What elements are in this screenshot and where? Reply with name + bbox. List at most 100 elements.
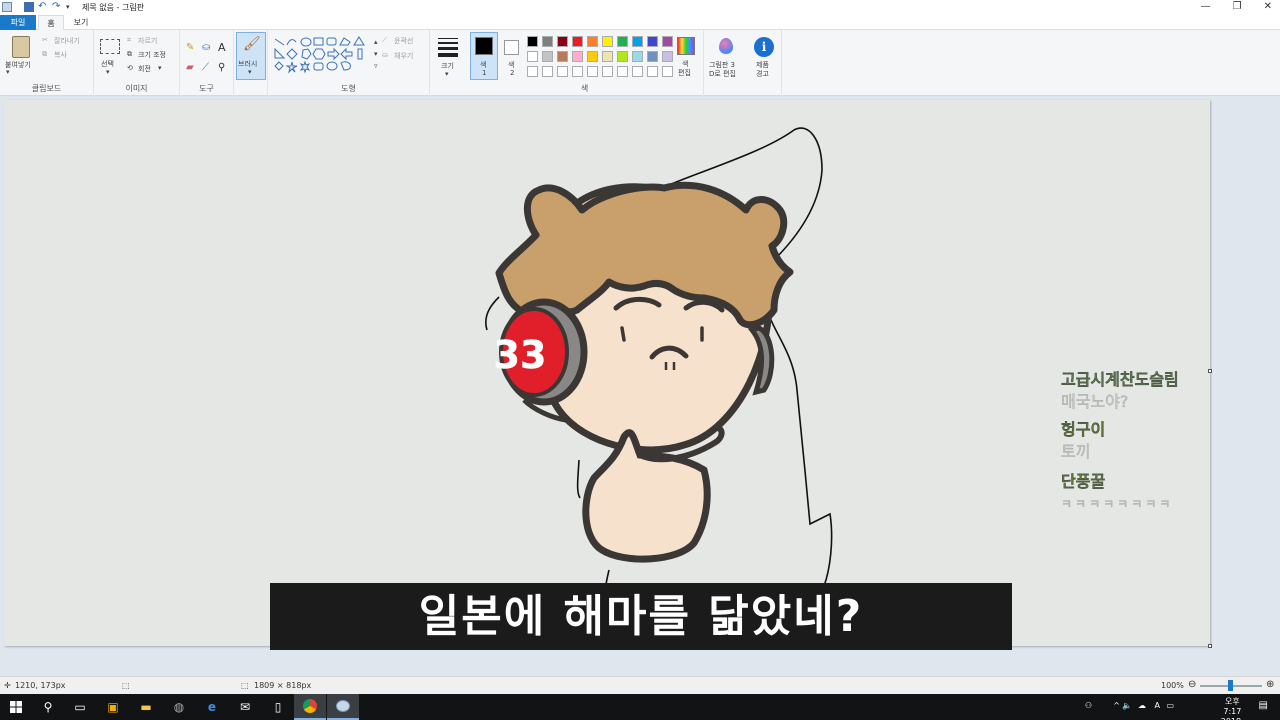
resize-icon[interactable]: ⧉	[127, 50, 132, 59]
brush-dropdown-icon[interactable]: ▾	[248, 68, 252, 76]
edge-icon[interactable]: e	[196, 694, 228, 720]
notification-center-icon[interactable]: ▤	[1259, 700, 1268, 711]
palette-swatch[interactable]	[572, 51, 583, 62]
cut-button[interactable]: 잘라내기	[54, 36, 80, 46]
drawing-canvas[interactable]: 33 고급시계찬도슬림 매국노야? 헝구이 토끼 단풍꿀 ㅋㅋㅋㅋㅋㅋㅋㅋ	[4, 100, 1210, 646]
color2-swatch[interactable]	[504, 40, 519, 55]
store-icon[interactable]: ▣	[97, 694, 129, 720]
show-hidden-icons-icon[interactable]: ^	[1113, 701, 1120, 710]
zoom-in-icon[interactable]: ⊕	[1266, 679, 1274, 690]
restore-icon[interactable]: ❐	[1233, 1, 1242, 12]
close-icon[interactable]: ✕	[1264, 1, 1272, 12]
palette-swatch[interactable]	[617, 66, 628, 77]
minimize-icon[interactable]: —	[1201, 1, 1211, 12]
palette-swatch[interactable]	[632, 66, 643, 77]
palette-swatch[interactable]	[632, 51, 643, 62]
resize-button[interactable]: 크기 조정	[138, 50, 166, 60]
palette-swatch[interactable]	[572, 36, 583, 47]
select-dropdown-icon[interactable]: ▾	[106, 68, 110, 76]
save-icon[interactable]	[24, 2, 34, 12]
size-dropdown-icon[interactable]: ▾	[445, 70, 449, 78]
color-picker-icon[interactable]: ⟋	[202, 62, 209, 73]
mail-icon[interactable]: ✉	[229, 694, 261, 720]
cut-icon[interactable]: ✂	[42, 36, 48, 44]
palette-swatch[interactable]	[527, 51, 538, 62]
document-icon[interactable]: ▯	[262, 694, 294, 720]
browser-globe-icon[interactable]: ◍	[163, 694, 195, 720]
select-icon[interactable]	[100, 39, 120, 54]
line-size-icon[interactable]	[438, 38, 458, 57]
shapes-more-icon[interactable]: ▿	[374, 62, 378, 70]
eraser-icon[interactable]: ▰	[186, 62, 194, 73]
zoom-slider-thumb[interactable]	[1228, 680, 1233, 691]
rotate-button[interactable]: 회전	[138, 64, 151, 74]
palette-swatch[interactable]	[647, 66, 658, 77]
copy-button[interactable]: 복사	[54, 50, 67, 60]
crop-button[interactable]: 자르기	[138, 36, 157, 46]
chrome-icon[interactable]	[294, 694, 326, 720]
palette-swatch[interactable]	[557, 51, 568, 62]
palette-swatch[interactable]	[557, 36, 568, 47]
palette-swatch[interactable]	[602, 36, 613, 47]
shapes-scroll-icon[interactable]: ▴	[374, 38, 378, 46]
taskbar-clock[interactable]: 오후 7:17 2018-12-09	[1221, 697, 1244, 720]
paint3d-label-2[interactable]: D로 편집	[709, 69, 736, 79]
crop-icon[interactable]: ⌗	[127, 36, 131, 45]
product-alert-label-2[interactable]: 경고	[756, 69, 769, 79]
customize-quick-access-icon[interactable]: ▾	[66, 2, 76, 12]
palette-swatch[interactable]	[587, 51, 598, 62]
tab-file[interactable]: 파일	[0, 15, 36, 30]
outline-icon[interactable]: ⟋	[382, 36, 387, 45]
undo-icon[interactable]: ↶	[38, 2, 48, 12]
people-icon[interactable]: ⚇	[1085, 701, 1092, 710]
palette-swatch[interactable]	[542, 36, 553, 47]
magnifier-icon[interactable]: ⚲	[218, 62, 225, 73]
windows-start-icon[interactable]	[0, 694, 32, 720]
ime-indicator[interactable]: A	[1155, 701, 1160, 710]
edit-colors-icon[interactable]	[677, 37, 695, 55]
file-explorer-icon[interactable]: ▬	[130, 694, 162, 720]
search-icon[interactable]: ⚲	[32, 694, 64, 720]
palette-swatch[interactable]	[542, 66, 553, 77]
tab-view[interactable]: 보기	[66, 15, 96, 30]
palette-swatch[interactable]	[527, 36, 538, 47]
shapes-scroll-down-icon[interactable]: ▾	[374, 50, 378, 58]
paint3d-icon[interactable]	[719, 38, 733, 54]
text-icon[interactable]: A	[218, 41, 226, 54]
paint-taskbar-icon[interactable]	[327, 694, 359, 720]
info-icon[interactable]: i	[754, 37, 774, 57]
palette-swatch[interactable]	[602, 66, 613, 77]
palette-swatch[interactable]	[572, 66, 583, 77]
copy-icon[interactable]: ⧉	[42, 50, 47, 59]
palette-swatch[interactable]	[617, 51, 628, 62]
palette-swatch[interactable]	[527, 66, 538, 77]
shapes-gallery[interactable]	[274, 36, 372, 74]
task-view-icon[interactable]: ▭	[64, 694, 96, 720]
palette-swatch[interactable]	[662, 66, 673, 77]
palette-swatch[interactable]	[647, 36, 658, 47]
fill-icon[interactable]: ⛀	[382, 51, 388, 59]
canvas-resize-handle-corner[interactable]	[1208, 644, 1212, 648]
zoom-out-icon[interactable]: ⊖	[1188, 679, 1196, 690]
paste-icon[interactable]	[12, 36, 30, 58]
palette-swatch[interactable]	[587, 36, 598, 47]
palette-swatch[interactable]	[557, 66, 568, 77]
tab-home[interactable]: 홈	[38, 15, 64, 30]
palette-swatch[interactable]	[647, 51, 658, 62]
palette-swatch[interactable]	[542, 51, 553, 62]
onedrive-icon[interactable]: ☁	[1138, 701, 1146, 710]
palette-swatch[interactable]	[602, 51, 613, 62]
palette-swatch[interactable]	[587, 66, 598, 77]
pencil-icon[interactable]: ✎	[186, 42, 194, 53]
rotate-icon[interactable]: ⟲	[127, 64, 133, 72]
canvas-resize-handle-right[interactable]	[1208, 369, 1212, 373]
fill-button[interactable]: 채우기	[394, 51, 413, 61]
paste-dropdown-icon[interactable]: ▾	[6, 68, 10, 76]
rotate-dropdown-icon[interactable]: ▾	[158, 64, 162, 72]
palette-swatch[interactable]	[662, 51, 673, 62]
outline-button[interactable]: 윤곽선	[394, 36, 413, 46]
network-icon[interactable]: ▭	[1166, 701, 1174, 710]
palette-swatch[interactable]	[662, 36, 673, 47]
redo-icon[interactable]: ↷	[52, 2, 62, 12]
palette-swatch[interactable]	[632, 36, 643, 47]
